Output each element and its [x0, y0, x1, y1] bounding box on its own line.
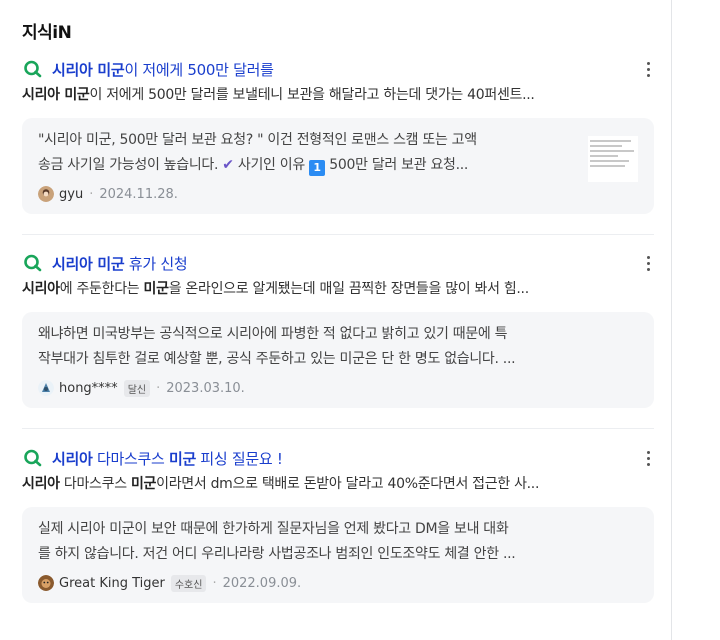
answer-date: 2024.11.28.: [99, 186, 178, 202]
question-q-icon: [22, 252, 44, 274]
avatar: [38, 186, 54, 202]
answer-date: 2023.03.10.: [166, 380, 245, 396]
answer-box[interactable]: 왜냐하면 미국방부는 공식적으로 시리아에 파병한 적 없다고 밝히고 있기 때…: [22, 312, 654, 408]
divider: [22, 428, 654, 429]
question-title-link[interactable]: 시리아 미군이 저에게 500만 달러를: [52, 59, 274, 80]
answer-text: 실제 시리아 미군이 보안 때문에 한가하게 질문자님을 언제 봤다고 DM을 …: [38, 521, 516, 562]
number-one-badge: 1: [309, 160, 326, 176]
avatar: [38, 575, 54, 591]
answer-username[interactable]: gyu: [59, 187, 83, 202]
check-mark-icon: ✔: [222, 157, 234, 173]
question-title-link[interactable]: 시리아 다마스쿠스 미군 피싱 질문요 !: [52, 448, 283, 469]
question-title-link[interactable]: 시리아 미군 휴가 신청: [52, 253, 188, 274]
section-title: 지식iN: [22, 23, 72, 43]
answer-thumbnail-image[interactable]: [588, 136, 638, 182]
question-snippet[interactable]: 시리아 다마스쿠스 미군이라면서 dm으로 택배로 돈받아 달라고 40%준다면…: [22, 473, 654, 495]
answer-meta: gyu · 2024.11.28.: [38, 184, 640, 204]
more-options-button[interactable]: [640, 252, 656, 274]
answer-box[interactable]: "시리아 미군, 500만 달러 보관 요청? " 이건 전형적인 로맨스 스캠…: [22, 118, 654, 214]
more-options-button[interactable]: [640, 447, 656, 469]
answer-box[interactable]: 실제 시리아 미군이 보안 때문에 한가하게 질문자님을 언제 봤다고 DM을 …: [22, 507, 654, 603]
qna-item: 시리아 다마스쿠스 미군 피싱 질문요 ! 시리아 다마스쿠스 미군이라면서 d…: [22, 445, 654, 603]
question-q-icon: [22, 447, 44, 469]
user-rank-badge: 수호신: [170, 574, 207, 592]
question-snippet[interactable]: 시리아 미군이 저에게 500만 달러를 보낼테니 보관을 해달라고 하는데 댓…: [22, 84, 654, 106]
knowledge-in-card: 지식iN 시리아 미군이 저에게 500만 달러를 시리아 미군이 저에게 50…: [0, 0, 672, 640]
answer-username[interactable]: Great King Tiger: [59, 576, 165, 591]
user-rank-badge: 달신: [123, 379, 151, 397]
qna-item: 시리아 미군이 저에게 500만 달러를 시리아 미군이 저에게 500만 달러…: [22, 56, 654, 214]
avatar: [38, 380, 54, 396]
question-snippet[interactable]: 시리아에 주둔한다는 미군을 온라인으로 알게됐는데 매일 끔찍한 장면들을 많…: [22, 278, 654, 300]
question-q-icon: [22, 58, 44, 80]
answer-meta: hong**** 달신 · 2023.03.10.: [38, 378, 640, 398]
qna-item: 시리아 미군 휴가 신청 시리아에 주둔한다는 미군을 온라인으로 알게됐는데 …: [22, 250, 654, 408]
more-options-button[interactable]: [640, 58, 656, 80]
divider: [22, 234, 654, 235]
answer-text: 왜냐하면 미국방부는 공식적으로 시리아에 파병한 적 없다고 밝히고 있기 때…: [38, 326, 516, 367]
answer-username[interactable]: hong****: [59, 381, 118, 396]
answer-text: "시리아 미군, 500만 달러 보관 요청? " 이건 전형적인 로맨스 스캠…: [38, 132, 477, 176]
answer-date: 2022.09.09.: [222, 575, 302, 591]
answer-meta: Great King Tiger 수호신 · 2022.09.09.: [38, 573, 640, 593]
